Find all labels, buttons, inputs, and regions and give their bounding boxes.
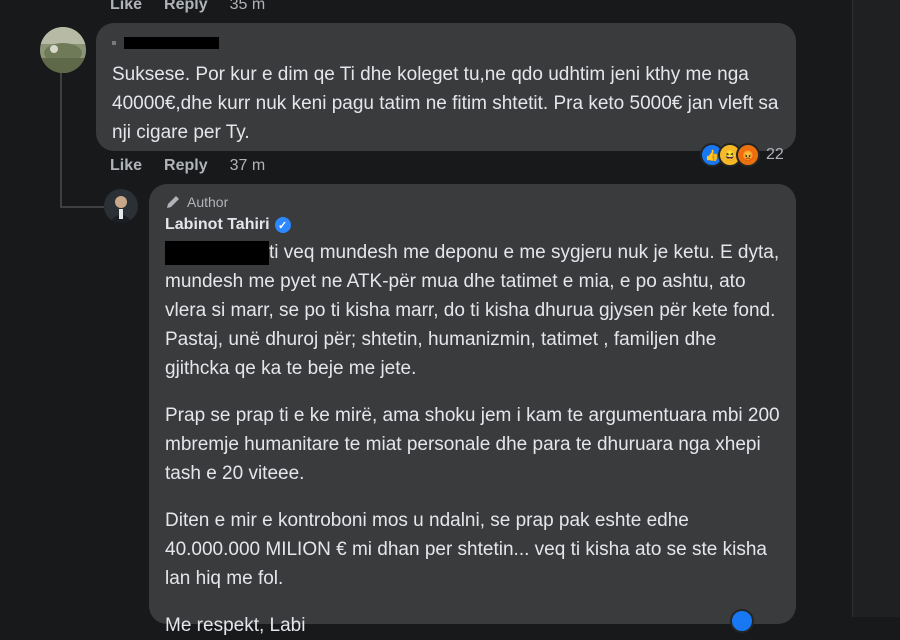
author-name-row: Labinot Tahiri ✓ (165, 216, 780, 234)
pencil-icon (167, 196, 179, 208)
thread-branch (60, 206, 104, 208)
right-panel (852, 0, 900, 617)
reply-paragraph: Diten e mir e kontroboni mos u ndalni, s… (165, 510, 767, 589)
avatar[interactable] (40, 27, 86, 73)
author-avatar[interactable] (104, 189, 138, 223)
comment-actions-top: Like Reply 35 m (110, 0, 287, 14)
comment-text: Suksese. Por kur e dim qe Ti dhe koleget… (112, 64, 779, 143)
author-badge-label: Author (187, 194, 229, 210)
reaction-count: 22 (766, 146, 784, 163)
reply-button[interactable]: Reply (164, 157, 208, 175)
redacted-name (112, 33, 780, 55)
angry-icon: 😡 (736, 143, 760, 167)
reply-paragraph: Me respekt, Labi (165, 615, 306, 636)
reply-paragraph: ti veq mundesh me deponu e me sygjeru nu… (165, 240, 780, 379)
author-name[interactable]: Labinot Tahiri (165, 216, 270, 234)
comment-bubble: Suksese. Por kur e dim qe Ti dhe koleget… (96, 23, 796, 151)
reply-reaction[interactable] (730, 609, 754, 633)
reply-bubble: Author Labinot Tahiri ✓ ti veq mundesh m… (149, 184, 796, 636)
verified-icon: ✓ (274, 217, 291, 233)
reply-button[interactable]: Reply (164, 0, 208, 14)
reply-paragraph: Prap se prap ti e ke mirë, ama shoku jem… (165, 405, 780, 484)
like-button[interactable]: Like (110, 0, 142, 14)
author-badge: Author (165, 194, 780, 210)
redacted-name (165, 240, 269, 265)
thread-line (60, 72, 62, 208)
comment-time[interactable]: 35 m (230, 0, 266, 14)
comment-time[interactable]: 37 m (230, 157, 266, 175)
like-button[interactable]: Like (110, 157, 142, 175)
comment-actions: Like Reply 37 m (110, 157, 287, 175)
reaction-summary[interactable]: 👍 😆 😡 22 (700, 143, 784, 167)
